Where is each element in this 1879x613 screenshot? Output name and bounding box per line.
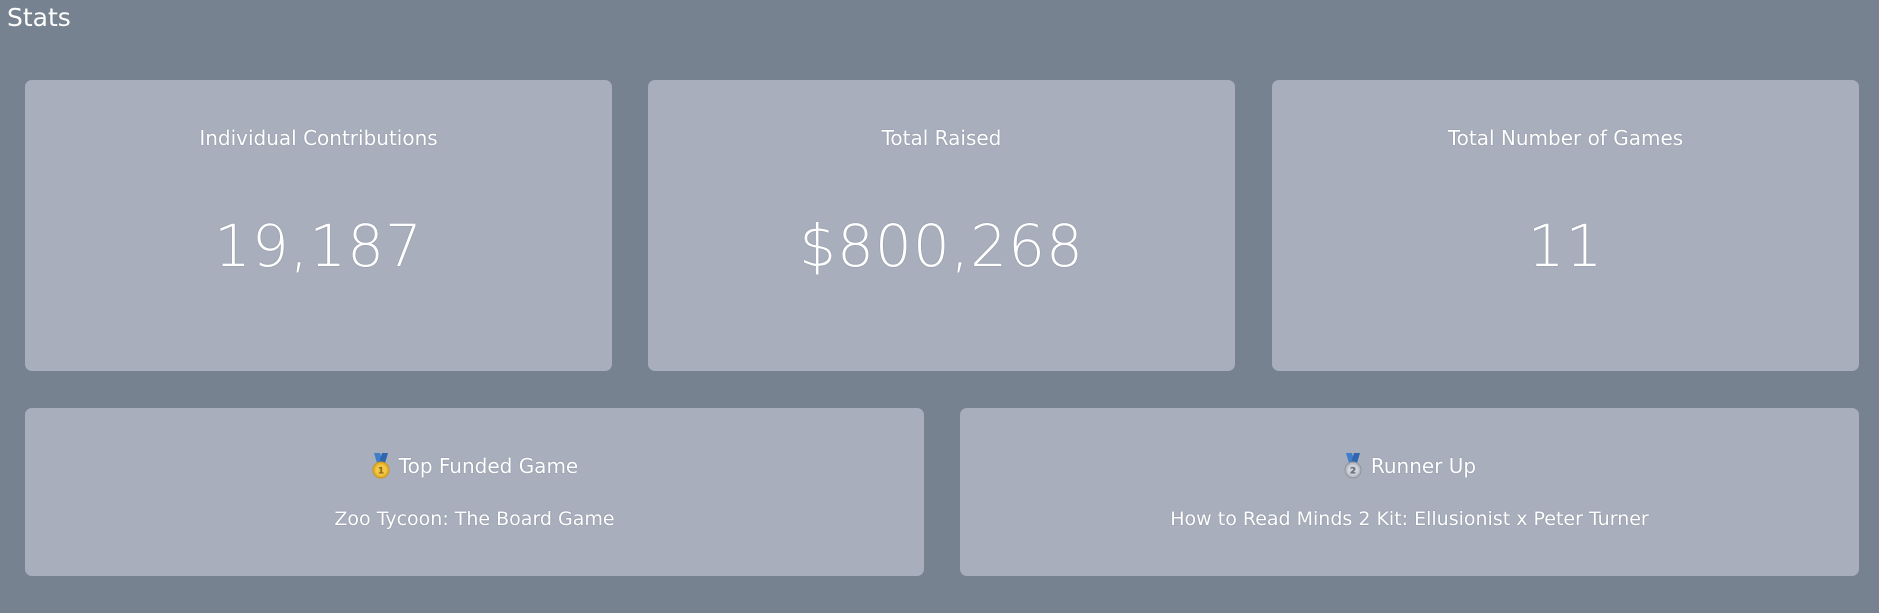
stat-value: 11 (1527, 212, 1604, 280)
page-title: Stats (7, 3, 71, 32)
runner-up-heading: 2 Runner Up (960, 452, 1859, 480)
svg-text:2: 2 (1350, 467, 1356, 477)
stat-card-total-raised: Total Raised $800,268 (648, 80, 1235, 371)
stat-card-total-number-of-games: Total Number of Games 11 (1272, 80, 1859, 371)
runner-up-card: 2 Runner Up How to Read Minds 2 Kit: Ell… (960, 408, 1859, 576)
top-funded-heading: 1 Top Funded Game (25, 452, 924, 480)
stat-label: Total Raised (881, 126, 1002, 150)
top-funded-game-name: Zoo Tycoon: The Board Game (334, 508, 615, 530)
top-funded-heading-text: Top Funded Game (398, 454, 579, 478)
runner-up-heading-text: Runner Up (1370, 454, 1477, 478)
stat-label: Total Number of Games (1447, 126, 1684, 150)
stat-value: $800,268 (799, 212, 1084, 280)
second-place-medal-icon: 2 (1343, 453, 1363, 479)
runner-up-game-name: How to Read Minds 2 Kit: Ellusionist x P… (1170, 508, 1649, 530)
stat-value: 19,187 (214, 212, 423, 280)
first-place-medal-icon: 1 (371, 453, 391, 479)
top-funded-game-card: 1 Top Funded Game Zoo Tycoon: The Board … (25, 408, 924, 576)
svg-text:1: 1 (378, 467, 384, 477)
stat-card-individual-contributions: Individual Contributions 19,187 (25, 80, 612, 371)
stat-label: Individual Contributions (199, 126, 438, 150)
